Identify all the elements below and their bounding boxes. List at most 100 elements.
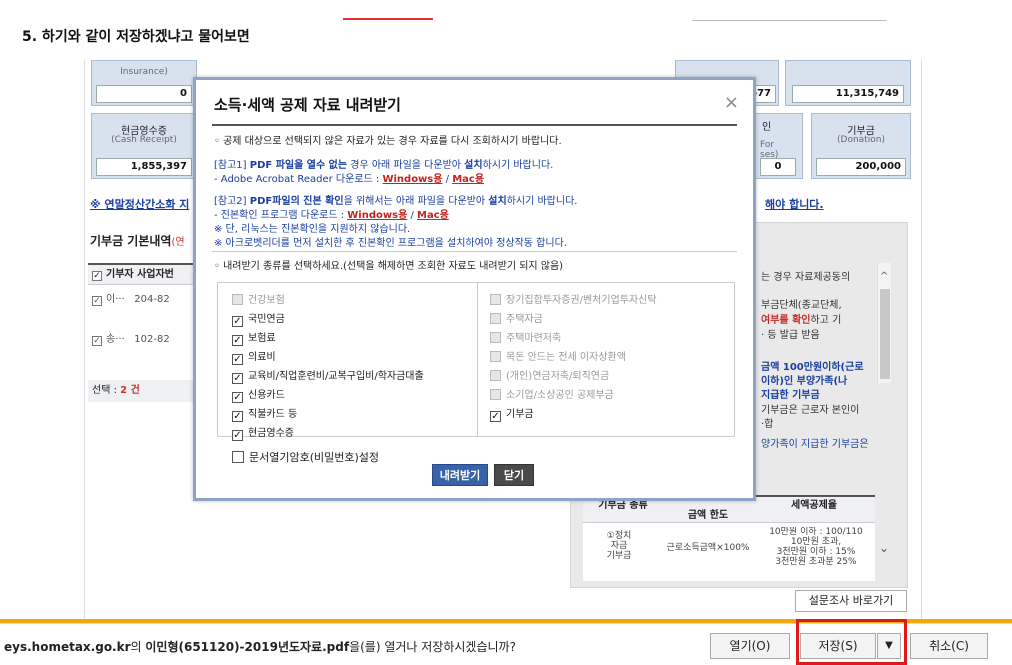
row-name: 송··· (106, 334, 125, 345)
partial-value: 0 (760, 158, 796, 176)
option-checkbox (232, 294, 243, 305)
top-gray-line (692, 20, 887, 21)
table-row[interactable]: ✓ 이··· 204-82 (88, 289, 198, 311)
info-blue-line: 이하)인 부양가족(나 (761, 376, 848, 387)
info-scrollbar-top[interactable]: ^ (877, 263, 891, 383)
download-text-mid: 의 (130, 640, 146, 654)
table-header-rate: 세액공제율 (753, 497, 875, 523)
download-option[interactable]: ✓ 교육비/직업훈련비/교복구입비/학자금대출 (232, 367, 424, 384)
option-checkbox[interactable]: ✓ (490, 411, 501, 422)
download-option: 장기집합투자증권/벤처기업투자신탁 (490, 291, 657, 306)
download-dialog: 소득·세액 공제 자료 내려받기 × ◦ 공제 대상으로 선택되지 않은 자료가… (193, 77, 756, 501)
cancel-button[interactable]: 취소(C) (910, 633, 988, 659)
ref1-line: [참고1] PDF 파일을 열수 없는 경우 아래 파일을 다운받아 설치하시기… (214, 156, 553, 171)
donation-sub: (Donation) (837, 135, 885, 145)
option-checkbox (490, 332, 501, 343)
option-checkbox (490, 351, 501, 362)
row-number: 102-82 (134, 334, 170, 345)
option-checkbox[interactable]: ✓ (232, 392, 243, 403)
row-checkbox[interactable]: ✓ (92, 336, 102, 346)
info-red-tail: 하고 기 (810, 315, 842, 326)
option-checkbox[interactable]: ✓ (232, 335, 243, 346)
option-checkbox[interactable]: ✓ (232, 316, 243, 327)
close-button[interactable]: 닫기 (494, 464, 534, 486)
download-option: 주택자금 (490, 310, 543, 325)
section-title-tail: (연 (171, 237, 185, 248)
screenshot-root: 5. 하기와 같이 저장하겠냐고 물어보면 Insurance) 0 677 1… (0, 0, 1012, 665)
option-checkbox[interactable]: ✓ (232, 354, 243, 365)
option-label: 의료비 (248, 352, 276, 363)
info-line: · 등 발급 받음 (761, 330, 820, 341)
download-option[interactable]: ✓ 국민연금 (232, 310, 285, 327)
download-option: 주택마련저축 (490, 329, 561, 344)
info-blue-line: 금액 100만원이하(근로 (761, 362, 864, 373)
info-red-text: 여부를 확인 (761, 315, 811, 326)
download-option[interactable]: ✓ 직불카드 등 (232, 405, 297, 422)
download-button[interactable]: 내려받기 (432, 464, 488, 486)
option-label: 주택자금 (506, 314, 543, 325)
header-checkbox[interactable]: ✓ (92, 271, 102, 281)
dialog-title-rule (212, 124, 737, 126)
options-divider (477, 283, 478, 436)
acrobat-windows-link[interactable]: Windows용 (382, 174, 442, 185)
slash-separator: / (442, 174, 453, 185)
ref2-tail: 하시기 바랍니다. (506, 196, 578, 207)
acrobat-mac-link[interactable]: Mac용 (452, 174, 484, 185)
download-option[interactable]: ✓ 보험료 (232, 329, 276, 346)
download-option[interactable]: ✓ 기부금 (490, 405, 534, 422)
option-label: 건강보험 (248, 295, 285, 306)
cash-receipt-sub: (Cash Receipt) (111, 135, 177, 145)
table-header: ✓ 기부자 사업자번 (88, 263, 198, 285)
scroll-thumb[interactable] (880, 289, 890, 379)
download-option: 목돈 안드는 전세 이자상환액 (490, 348, 626, 363)
option-checkbox (490, 313, 501, 324)
option-label: 교육비/직업훈련비/교복구입비/학자금대출 (248, 371, 424, 382)
option-checkbox (490, 370, 501, 381)
download-type-options: 건강보험 ✓ 국민연금 ✓ 보험료 ✓ 의료비 ✓ 교육비/직업훈련비/교복구입비/학자금대출 ✓… (217, 282, 735, 441)
table-cell-type: ①정치 자금 기부금 (606, 531, 632, 561)
option-label: 직불카드 등 (248, 409, 298, 420)
save-highlight-box (796, 619, 907, 665)
row-checkbox[interactable]: ✓ (92, 296, 102, 306)
download-option[interactable]: ✓ 현금영수증 (232, 424, 294, 441)
table-cell-rate: 10만원 이하 : 100/110 10만원 초과, 3천만원 이하 : 15%… (769, 527, 863, 567)
info-line-red: 여부를 확인하고 기 (761, 314, 841, 327)
scroll-up-icon[interactable]: ^ (880, 271, 888, 282)
download-filename: 이민형(651120)-2019년도자료.pdf (145, 640, 350, 654)
download-option[interactable]: ✓ 신용카드 (232, 386, 285, 403)
option-checkbox[interactable]: ✓ (232, 411, 243, 422)
option-label: 신용카드 (248, 390, 285, 401)
ref1-download-line: - Adobe Acrobat Reader 다운로드 : Windows용 /… (214, 170, 484, 185)
select-guide: ◦ 내려받기 종류를 선택하세요.(선택을 해제하면 조회한 자료도 내려받기 … (214, 261, 564, 272)
info-line: ·합 (761, 419, 774, 430)
open-button[interactable]: 열기(O) (710, 633, 790, 659)
notice-link[interactable]: ※ 연말정산간소화 지 (90, 196, 189, 212)
top-red-line (343, 18, 433, 20)
verify-mac-link[interactable]: Mac용 (417, 210, 449, 221)
top-right-value: 11,315,749 (792, 85, 904, 103)
table-row[interactable]: ✓ 송··· 102-82 (88, 329, 198, 351)
option-label: 보험료 (248, 333, 276, 344)
password-option[interactable]: 문서열기암호(비밀번호)설정 (232, 449, 379, 465)
survey-button[interactable]: 설문조사 바로가기 (795, 590, 907, 612)
password-checkbox[interactable] (232, 451, 244, 463)
dialog-title: 소득·세액 공제 자료 내려받기 (214, 96, 401, 114)
option-label: (개인)연금저축/퇴직연금 (506, 371, 610, 382)
top-right-cell: 11,315,749 (785, 60, 911, 106)
option-checkbox (490, 294, 501, 305)
scroll-down-icon[interactable]: ⌄ (879, 541, 889, 555)
row-number: 204-82 (134, 294, 170, 305)
section-title-text: 기부금 기본내역 (90, 234, 172, 248)
linux-note: ※ 단, 리눅스는 진본확인을 지원하지 않습니다. (214, 224, 411, 235)
download-option[interactable]: ✓ 의료비 (232, 348, 276, 365)
donation-value: 200,000 (816, 158, 906, 176)
option-checkbox[interactable]: ✓ (232, 430, 243, 441)
install-order-note: ※ 아크로벳리더를 먼저 설치한 후 진본확인 프로그램을 설치하여야 정상작동… (214, 238, 567, 249)
dialog-separator (212, 251, 737, 252)
option-checkbox[interactable]: ✓ (232, 373, 243, 384)
option-checkbox (490, 389, 501, 400)
close-icon[interactable]: × (724, 92, 739, 113)
notice-link-tail[interactable]: 해야 합니다. (765, 196, 824, 212)
donation-cell: 기부금 (Donation) 200,000 (811, 113, 911, 179)
cash-receipt-value: 1,855,397 (96, 158, 192, 176)
